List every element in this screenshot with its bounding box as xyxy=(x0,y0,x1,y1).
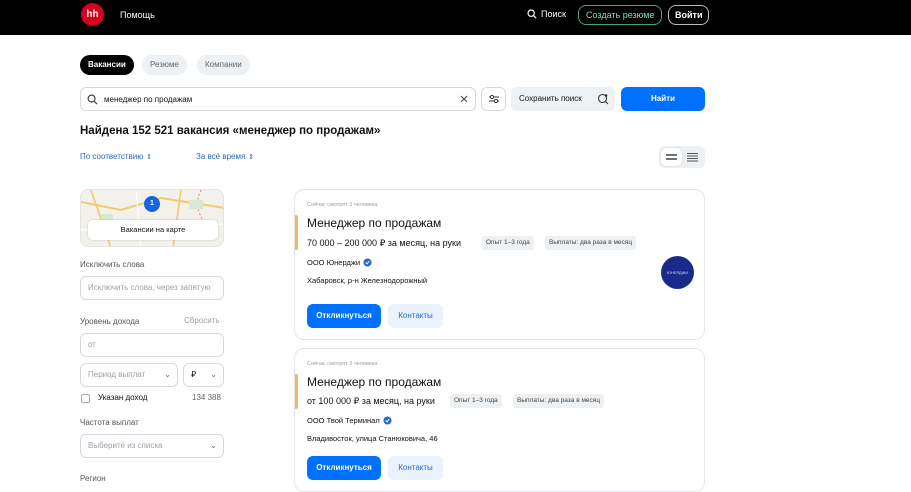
clear-icon[interactable] xyxy=(459,94,469,104)
save-search-button[interactable]: Сохранить поиск xyxy=(511,87,615,111)
contacts-button[interactable]: Контакты xyxy=(388,304,443,328)
list-icon xyxy=(666,154,677,160)
frequency-label: Частота выплат xyxy=(80,418,139,427)
currency-select[interactable]: ₽ ⌄ xyxy=(183,363,224,387)
top-navigation: hh Помощь Поиск Создать резюме Войти xyxy=(0,0,911,35)
experience-chip: Опыт 1–3 года xyxy=(450,394,502,408)
frequency-value: Выберите из списка xyxy=(88,441,163,450)
apply-button[interactable]: Откликнуться xyxy=(307,456,381,480)
specified-income-checkbox[interactable] xyxy=(81,394,90,403)
search-input[interactable]: менеджер по продажам xyxy=(80,87,476,111)
highlight-bar xyxy=(295,215,298,250)
vacancy-salary: 70 000 – 200 000 ₽ за месяц, на руки xyxy=(307,238,461,248)
find-button[interactable]: Найти xyxy=(621,87,705,111)
currency-value: ₽ xyxy=(191,370,197,379)
vacancy-title[interactable]: Менеджер по продажам xyxy=(307,375,441,389)
search-icon xyxy=(87,94,98,104)
company-link[interactable]: ООО Юнерджи xyxy=(307,258,372,267)
company-logo[interactable]: ЮНЕРДЖИ xyxy=(661,256,694,289)
advanced-filter-button[interactable] xyxy=(481,87,506,111)
income-input[interactable]: от xyxy=(80,333,224,357)
compact-list-icon xyxy=(687,153,698,162)
contacts-button[interactable]: Контакты xyxy=(388,456,443,480)
save-search-label: Сохранить поиск xyxy=(519,94,582,103)
chevron-down-icon: ⌄ xyxy=(210,370,217,379)
vacancy-title[interactable]: Менеджер по продажам xyxy=(307,216,441,230)
results-title: Найдена 152 521 вакансия «менеджер по пр… xyxy=(80,125,381,137)
specified-income-count: 134 388 xyxy=(192,393,221,402)
tab-resumes[interactable]: Резюме xyxy=(142,55,187,75)
frequency-select[interactable]: Выберите из списка ⌄ xyxy=(80,434,224,458)
tab-vacancies[interactable]: Вакансии xyxy=(80,55,134,75)
map-button[interactable]: Вакансии на карте xyxy=(88,220,218,240)
hh-logo[interactable]: hh xyxy=(81,3,104,26)
verified-icon xyxy=(363,258,372,267)
viewers-count: Сейчас смотрят 3 человека xyxy=(307,361,378,367)
vacancy-card[interactable]: Сейчас смотрят 3 человека Менеджер по пр… xyxy=(294,348,705,492)
chevron-updown-icon: ⇕ xyxy=(146,153,153,161)
specified-income-label: Указан доход xyxy=(98,393,148,402)
viewers-count: Сейчас смотрят 3 человека xyxy=(307,202,378,208)
chevron-down-icon: ⌄ xyxy=(164,370,171,379)
company-name: ООО Юнерджи xyxy=(307,258,361,267)
exclude-words-label: Исключить слова xyxy=(80,260,145,269)
experience-chip: Опыт 1–3 года xyxy=(482,236,534,250)
login-button[interactable]: Войти xyxy=(668,5,710,25)
payment-period-select[interactable]: Период выплат ⌄ xyxy=(80,363,178,387)
view-list-button[interactable] xyxy=(661,148,682,166)
payouts-chip: Выплаты: два раза в месяц xyxy=(513,394,605,408)
payouts-chip: Выплаты: два раза в месяц xyxy=(545,236,637,250)
header-search-button[interactable]: Поиск xyxy=(527,9,566,19)
sliders-icon xyxy=(488,94,499,104)
company-link[interactable]: ООО Твой Терминал xyxy=(307,416,392,425)
search-query: менеджер по продажам xyxy=(104,94,193,104)
chevron-updown-icon: ⇕ xyxy=(248,153,255,161)
verified-icon xyxy=(383,416,392,425)
region-label: Регион xyxy=(80,474,106,483)
bell-search-icon xyxy=(597,93,609,105)
company-name: ООО Твой Терминал xyxy=(307,416,380,425)
highlight-bar xyxy=(295,374,298,409)
create-resume-button[interactable]: Создать резюме xyxy=(578,5,663,25)
sort-relevance-label: По соответствию xyxy=(80,152,144,161)
tab-companies[interactable]: Компании xyxy=(197,55,250,75)
sort-period-dropdown[interactable]: За всё время ⇕ xyxy=(196,152,254,161)
income-label: Уровень дохода xyxy=(80,317,140,326)
exclude-words-input[interactable]: Исключить слова, через запятую xyxy=(80,276,224,300)
sort-relevance-dropdown[interactable]: По соответствию ⇕ xyxy=(80,152,152,161)
vacancy-salary: от 100 000 ₽ за месяц, на руки xyxy=(307,396,435,406)
map-pin-icon: 1 xyxy=(144,196,160,212)
help-link[interactable]: Помощь xyxy=(120,10,155,20)
search-icon xyxy=(527,9,537,19)
header-search-label: Поиск xyxy=(541,9,566,19)
reset-income-link[interactable]: Сбросить xyxy=(184,316,220,325)
view-compact-button[interactable] xyxy=(682,148,703,166)
vacancy-location: Хабаровск, р-н Железнодорожный xyxy=(307,276,428,285)
vacancy-location: Владивосток, улица Станюковича, 46 xyxy=(307,434,438,443)
vacancies-map-card[interactable]: 1 Вакансии на карте xyxy=(80,189,224,247)
chevron-down-icon: ⌄ xyxy=(210,441,217,450)
apply-button[interactable]: Откликнуться xyxy=(307,304,381,328)
view-mode-toggle xyxy=(659,146,705,168)
payment-period-value: Период выплат xyxy=(88,370,146,379)
vacancy-card[interactable]: Сейчас смотрят 3 человека Менеджер по пр… xyxy=(294,189,705,340)
sort-period-label: За всё время xyxy=(196,152,246,161)
